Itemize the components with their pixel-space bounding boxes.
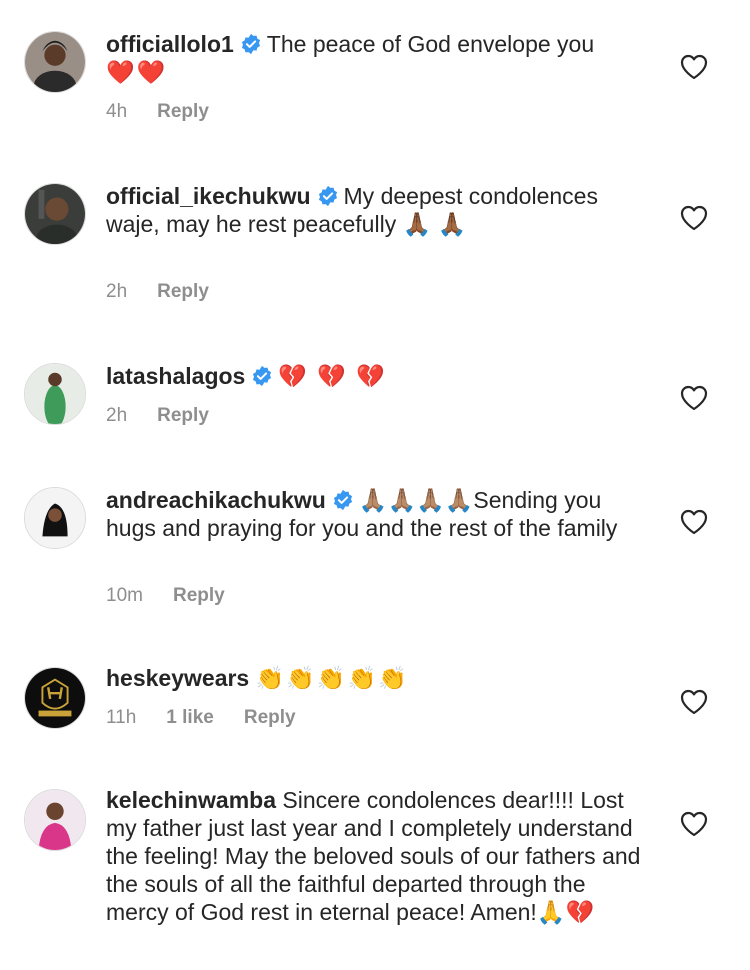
avatar[interactable] bbox=[24, 667, 86, 729]
timestamp: 10m bbox=[106, 585, 143, 606]
verified-badge-icon bbox=[251, 365, 273, 387]
heart-outline-icon[interactable] bbox=[680, 54, 708, 80]
verified-badge-icon bbox=[332, 489, 354, 511]
likes-count[interactable]: 1 like bbox=[166, 707, 214, 728]
comment-meta: 4h Reply bbox=[106, 101, 239, 123]
reply-button[interactable]: Reply bbox=[244, 707, 296, 728]
comment-meta: 10m Reply bbox=[106, 585, 255, 607]
comment-body: official_ikechukwu My deepest condolences… bbox=[106, 182, 646, 238]
comment-meta: 2h Reply bbox=[106, 405, 239, 427]
reply-button[interactable]: Reply bbox=[173, 585, 225, 606]
reply-button[interactable]: Reply bbox=[157, 281, 209, 302]
comment-body: officiallolo1 The peace of God envelope y… bbox=[106, 30, 646, 86]
verified-badge-icon bbox=[317, 185, 339, 207]
avatar[interactable] bbox=[24, 789, 86, 851]
comment-emojis: 💔 💔 💔 bbox=[278, 363, 388, 389]
username[interactable]: official_ikechukwu bbox=[106, 183, 311, 209]
comment-text: 👏👏👏👏👏 bbox=[255, 665, 409, 691]
avatar[interactable] bbox=[24, 363, 86, 425]
username[interactable]: heskeywears bbox=[106, 665, 249, 691]
comment-body: kelechinwamba Sincere condolences dear!!… bbox=[106, 786, 646, 926]
reply-button[interactable]: Reply bbox=[157, 101, 209, 122]
avatar[interactable] bbox=[24, 31, 86, 93]
heart-outline-icon[interactable] bbox=[680, 509, 708, 535]
username[interactable]: officiallolo1 bbox=[106, 31, 234, 57]
comment-meta: 2h Reply bbox=[106, 281, 239, 303]
heart-outline-icon[interactable] bbox=[680, 689, 708, 715]
heart-outline-icon[interactable] bbox=[680, 811, 708, 837]
timestamp: 2h bbox=[106, 281, 128, 302]
comment-body: latashalagos 💔 💔 💔 bbox=[106, 362, 646, 390]
username[interactable]: latashalagos bbox=[106, 363, 245, 389]
timestamp: 2h bbox=[106, 405, 128, 426]
comment-text: The peace of God envelope you bbox=[266, 31, 595, 57]
timestamp: 11h bbox=[106, 707, 137, 728]
comment-body: andreachikachukwu 🙏🏽🙏🏽🙏🏽🙏🏽Sending you hug… bbox=[106, 486, 646, 542]
avatar[interactable] bbox=[24, 487, 86, 549]
comment-meta: 11h 1 like Reply bbox=[106, 707, 326, 729]
comment-body: heskeywears 👏👏👏👏👏 bbox=[106, 664, 646, 692]
username[interactable]: kelechinwamba bbox=[106, 787, 276, 813]
verified-badge-icon bbox=[240, 33, 262, 55]
comment-emojis: ❤️❤️ bbox=[106, 59, 168, 85]
heart-outline-icon[interactable] bbox=[680, 205, 708, 231]
username[interactable]: andreachikachukwu bbox=[106, 487, 326, 513]
heart-outline-icon[interactable] bbox=[680, 385, 708, 411]
avatar[interactable] bbox=[24, 183, 86, 245]
timestamp: 4h bbox=[106, 101, 128, 122]
reply-button[interactable]: Reply bbox=[157, 405, 209, 426]
